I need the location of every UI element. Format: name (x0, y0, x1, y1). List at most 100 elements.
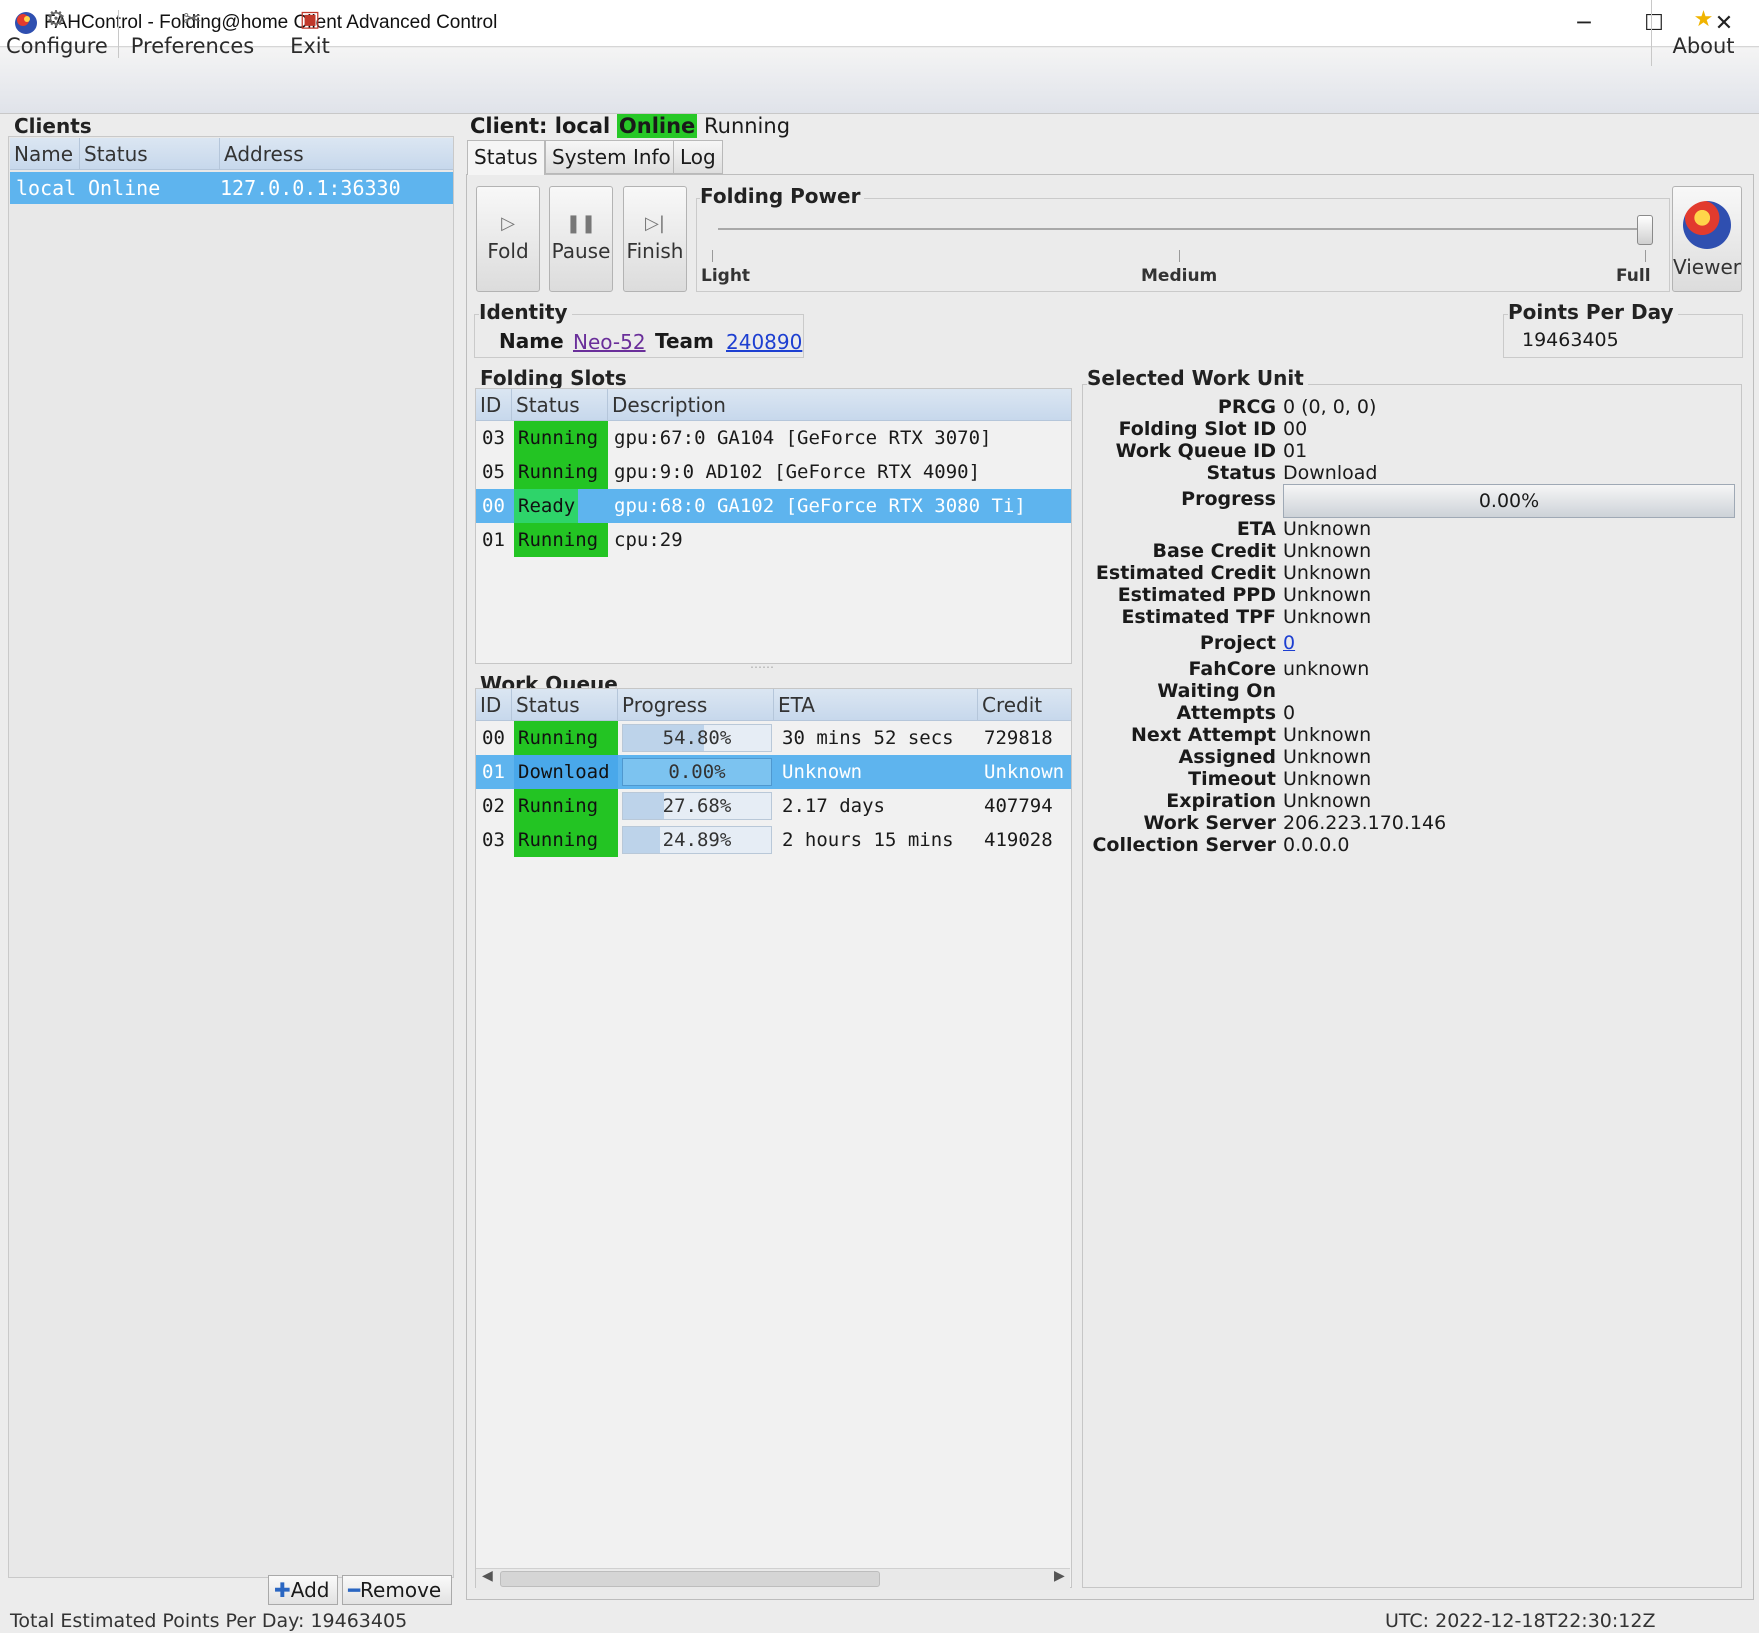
tick-light (712, 250, 713, 262)
queue-col-progress[interactable]: Progress (618, 689, 774, 721)
queue-credit: 729818 (984, 727, 1053, 749)
queue-col-id[interactable]: ID (476, 689, 512, 721)
project-link[interactable]: 0 (1283, 632, 1295, 654)
queue-progress-bar: 24.89% (622, 826, 772, 854)
slots-col-id[interactable]: ID (476, 389, 512, 421)
tools-icon: ✂ (183, 7, 202, 32)
remove-client-button[interactable]: ━Remove (342, 1575, 452, 1605)
queue-progress-bar: 27.68% (622, 792, 772, 820)
client-row-local[interactable]: local Online 127.0.0.1:36330 (10, 172, 453, 204)
wu-field-value: 0.0.0.0 (1283, 834, 1350, 856)
slot-description: cpu:29 (614, 529, 683, 551)
wu-field-label: Attempts (1176, 702, 1276, 724)
slot-row[interactable]: 05 Running gpu:9:0 AD102 [GeForce RTX 40… (476, 455, 1071, 489)
full-label: Full (1616, 266, 1651, 286)
exit-button[interactable]: ▣ Exit (280, 6, 340, 64)
remove-label: Remove (360, 1578, 442, 1602)
scroll-left-arrow-icon[interactable]: ◀ (482, 1568, 493, 1584)
user-name-link[interactable]: Neo-52 (573, 330, 646, 354)
fold-button[interactable]: ▷ Fold (476, 186, 540, 292)
wu-field-label: Estimated TPF (1121, 606, 1276, 628)
vertical-splitter-grip[interactable]: ⋯⋯ (750, 660, 774, 674)
tab-status[interactable]: Status (467, 140, 545, 175)
queue-row[interactable]: 02 Running 27.68% 2.17 days 407794 (476, 789, 1071, 823)
queue-col-status[interactable]: Status (512, 689, 618, 721)
wu-field-label: Work Queue ID (1115, 440, 1276, 462)
queue-eta: Unknown (782, 761, 863, 783)
ppd-title: Points Per Day (1508, 300, 1678, 324)
work-queue-table: ID Status Progress ETA Credit 00 Running… (475, 688, 1072, 1588)
star-icon: ★ (1693, 7, 1714, 32)
about-button[interactable]: ★ About (1651, 0, 1755, 66)
preferences-button[interactable]: ✂ Preferences (130, 6, 255, 64)
client-status: Online (88, 176, 161, 200)
scrollbar-thumb[interactable] (500, 1571, 880, 1587)
tab-log[interactable]: Log (673, 140, 723, 174)
wu-field-label: Work Server (1143, 812, 1276, 834)
queue-credit: 407794 (984, 795, 1053, 817)
queue-row-selected[interactable]: 01 Download 0.00% Unknown Unknown (476, 755, 1071, 789)
wu-field-label: Collection Server (1092, 834, 1276, 856)
slot-id: 01 (482, 529, 505, 551)
slot-row-selected[interactable]: 00 Ready gpu:68:0 GA102 [GeForce RTX 308… (476, 489, 1071, 523)
scroll-right-arrow-icon[interactable]: ▶ (1054, 1568, 1065, 1584)
total-ppd-status: Total Estimated Points Per Day: 19463405 (10, 1610, 408, 1632)
minimize-button[interactable]: ─ (1550, 0, 1618, 47)
pause-icon: ❚❚ (565, 213, 597, 234)
slots-col-description[interactable]: Description (608, 389, 1071, 421)
add-label: Add (290, 1578, 330, 1602)
wu-field-value: Unknown (1283, 746, 1372, 768)
wu-field-label: Next Attempt (1131, 724, 1276, 746)
queue-status: Download (514, 755, 618, 789)
finish-button[interactable]: ▷| Finish (623, 186, 687, 292)
team-label: Team (655, 329, 714, 353)
queue-row[interactable]: 00 Running 54.80% 30 mins 52 secs 729818 (476, 721, 1071, 755)
wu-field-value: 0 (0, 0, 0) (1283, 396, 1377, 418)
wu-field-label: FahCore (1188, 658, 1276, 680)
wu-field-label: Base Credit (1152, 540, 1276, 562)
configure-button[interactable]: ⚙ Configure (6, 6, 108, 64)
gear-icon: ⚙ (46, 7, 66, 32)
col-name[interactable]: Name (10, 138, 80, 170)
plus-icon: ✚ (274, 1578, 291, 1602)
col-address[interactable]: Address (220, 138, 453, 170)
slot-row[interactable]: 01 Running cpu:29 (476, 523, 1071, 557)
pause-button[interactable]: ❚❚ Pause (549, 186, 613, 292)
add-client-button[interactable]: ✚Add (268, 1575, 338, 1605)
queue-id: 03 (482, 829, 505, 851)
name-label: Name (499, 329, 564, 353)
wu-field-value: Unknown (1283, 518, 1372, 540)
queue-col-credit[interactable]: Credit (978, 689, 1071, 721)
queue-status: Running (514, 789, 618, 823)
slot-status: Running (514, 455, 608, 489)
queue-progress-bar: 0.00% (622, 758, 772, 786)
minus-icon: ━ (348, 1578, 361, 1602)
wu-field-value: 0 (1283, 702, 1296, 724)
wu-field-label: Timeout (1188, 768, 1276, 790)
wu-field-label: Status (1206, 462, 1276, 484)
folding-power-slider-track[interactable] (718, 228, 1646, 230)
tab-system-info[interactable]: System Info (545, 140, 678, 174)
queue-credit: 419028 (984, 829, 1053, 851)
queue-col-eta[interactable]: ETA (774, 689, 978, 721)
slots-header: ID Status Description (476, 389, 1071, 421)
wu-field-value: unknown (1283, 658, 1370, 680)
about-label: About (1672, 34, 1735, 58)
queue-row[interactable]: 03 Running 24.89% 2 hours 15 mins 419028 (476, 823, 1071, 857)
col-status[interactable]: Status (80, 138, 220, 170)
team-link[interactable]: 240890 (726, 330, 802, 354)
slots-col-status[interactable]: Status (512, 389, 608, 421)
wu-field-label: Assigned (1178, 746, 1276, 768)
viewer-button[interactable]: Viewer (1672, 186, 1742, 292)
slot-status: Running (514, 523, 608, 557)
wu-field-label: Estimated Credit (1095, 562, 1276, 584)
medium-label: Medium (1141, 266, 1218, 286)
folding-power-slider-handle[interactable] (1637, 215, 1653, 245)
slot-description: gpu:9:0 AD102 [GeForce RTX 4090] (614, 461, 981, 483)
queue-id: 01 (482, 761, 505, 783)
progress-text: 0.00% (668, 761, 726, 783)
slot-row[interactable]: 03 Running gpu:67:0 GA104 [GeForce RTX 3… (476, 421, 1071, 455)
wu-field-label: ETA (1236, 518, 1276, 540)
wu-field-label: Folding Slot ID (1118, 418, 1276, 440)
queue-progress-bar: 54.80% (622, 724, 772, 752)
